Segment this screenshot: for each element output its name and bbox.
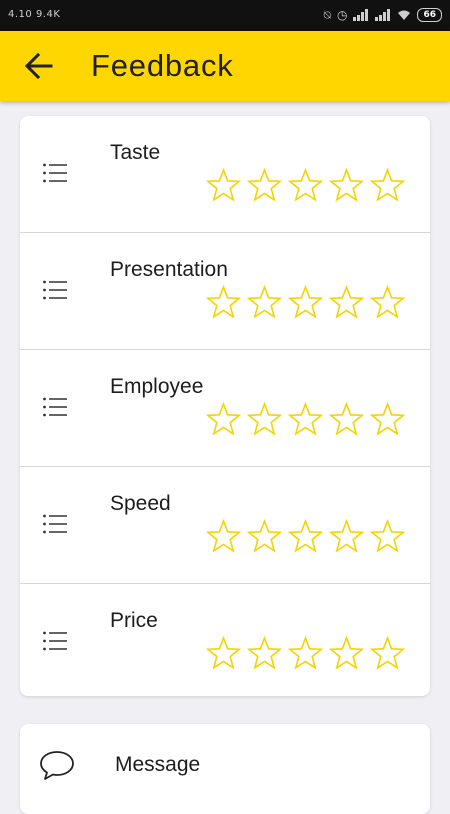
chat-bubble-icon (40, 751, 74, 780)
message-field[interactable]: Message (20, 724, 430, 814)
star-icon[interactable] (329, 402, 364, 437)
star-rating[interactable] (206, 519, 405, 554)
page-title: Feedback (91, 48, 234, 83)
alarm-off-icon: ⍉ (323, 8, 331, 22)
ratings-card: Taste Presentation Employee Speed Price (20, 116, 430, 696)
signal-icon (375, 9, 391, 21)
star-icon[interactable] (206, 285, 241, 320)
star-icon[interactable] (329, 285, 364, 320)
star-icon[interactable] (329, 519, 364, 554)
star-icon[interactable] (247, 402, 282, 437)
star-icon[interactable] (370, 168, 405, 203)
battery-icon: 66 (417, 8, 442, 22)
star-rating[interactable] (206, 168, 405, 203)
arrow-left-icon (25, 53, 53, 79)
status-bar-icons: ⍉ ◷ 66 (324, 6, 442, 24)
star-icon[interactable] (329, 168, 364, 203)
rating-label: Speed (110, 492, 171, 515)
signal-icon (353, 9, 369, 21)
star-icon[interactable] (329, 636, 364, 671)
star-icon[interactable] (370, 285, 405, 320)
list-icon (43, 163, 67, 183)
star-rating[interactable] (206, 402, 405, 437)
star-icon[interactable] (247, 519, 282, 554)
star-icon[interactable] (288, 636, 323, 671)
star-icon[interactable] (288, 285, 323, 320)
list-icon (43, 397, 67, 417)
alarm-clock-icon: ◷ (336, 8, 348, 22)
rating-row-employee: Employee (20, 349, 430, 466)
message-label: Message (115, 753, 201, 776)
status-bar-left-text: 4.10 9.4K (8, 9, 61, 20)
star-icon[interactable] (370, 636, 405, 671)
wifi-icon (398, 10, 411, 20)
rating-row-taste: Taste (20, 116, 430, 232)
star-icon[interactable] (206, 519, 241, 554)
list-icon (43, 280, 67, 300)
star-icon[interactable] (370, 402, 405, 437)
list-icon (43, 514, 67, 534)
status-bar: 4.10 9.4K ⍉ ◷ 66 (0, 0, 450, 31)
star-icon[interactable] (288, 402, 323, 437)
star-icon[interactable] (247, 168, 282, 203)
app-bar: Feedback (0, 31, 450, 101)
star-icon[interactable] (288, 168, 323, 203)
star-icon[interactable] (247, 636, 282, 671)
star-icon[interactable] (247, 285, 282, 320)
star-icon[interactable] (288, 519, 323, 554)
rating-label: Price (110, 609, 158, 632)
back-button[interactable] (18, 45, 60, 87)
rating-row-speed: Speed (20, 466, 430, 583)
rating-label: Presentation (110, 258, 228, 281)
star-icon[interactable] (206, 168, 241, 203)
star-icon[interactable] (370, 519, 405, 554)
star-rating[interactable] (206, 636, 405, 671)
star-icon[interactable] (206, 636, 241, 671)
rating-row-presentation: Presentation (20, 232, 430, 349)
rating-label: Employee (110, 375, 204, 398)
rating-row-price: Price (20, 583, 430, 700)
star-rating[interactable] (206, 285, 405, 320)
star-icon[interactable] (206, 402, 241, 437)
rating-label: Taste (110, 141, 161, 164)
list-icon (43, 631, 67, 651)
